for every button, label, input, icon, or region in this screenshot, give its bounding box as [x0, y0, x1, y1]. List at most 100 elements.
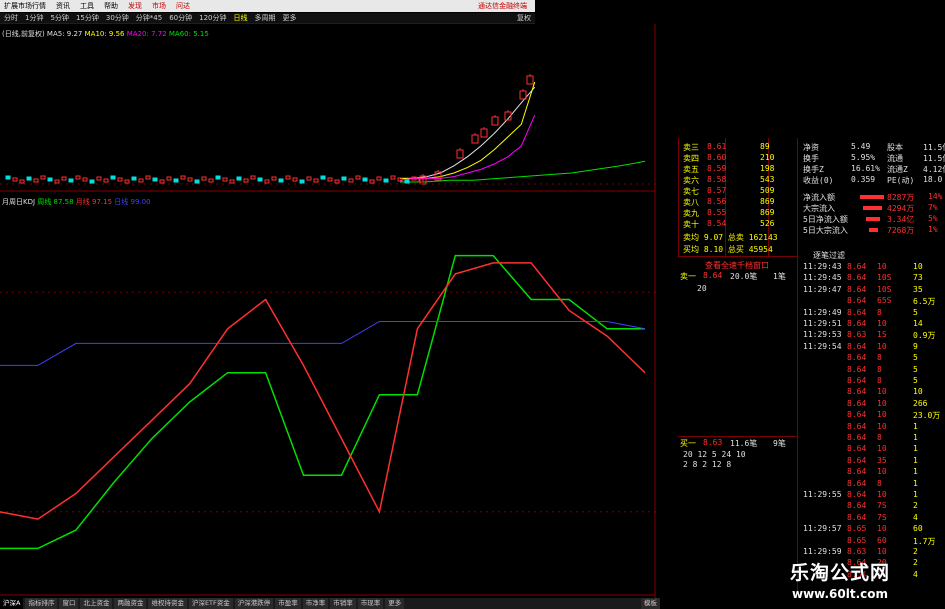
candle [82, 177, 88, 182]
trade-price-22: 8.64 [847, 512, 867, 522]
ma-legend: (日线,前复权) MA5: 9.27 MA10: 9.56 MA20: 7.72… [2, 29, 209, 39]
trade-n-6: 0.9万 [913, 331, 936, 341]
bid1-n: 1笔 [773, 272, 786, 281]
trade-price-0: 8.64 [847, 262, 867, 271]
ask-price-5: 8.56 [707, 197, 727, 206]
kdj-line-日线 [0, 262, 646, 520]
tab-4[interactable]: 两融资金 [114, 598, 147, 609]
menu-item-4[interactable]: 发现 [128, 1, 142, 11]
kdj-legend: 月周日KDJ 周线 87.58 月线 97.15 日线 99.00 [2, 197, 151, 207]
trade-vol-23: 10 [877, 524, 887, 534]
trade-n-10: 5 [913, 376, 918, 385]
tab-12[interactable]: 更多 [385, 598, 405, 609]
candle [229, 179, 235, 184]
ask-label-5: 卖八 [683, 198, 699, 207]
period-tab-9[interactable]: 多周期 [255, 13, 276, 23]
trade-vol-15: 8 [877, 433, 882, 442]
period-tab-4[interactable]: 30分钟 [106, 13, 129, 23]
period-tab-1[interactable]: 1分钟 [25, 13, 43, 23]
trade-vol-19: 8 [877, 478, 882, 488]
buy1-queue-0: 20 12 5 24 10 [683, 450, 746, 459]
tab-9[interactable]: 市净率 [302, 598, 329, 609]
stat-v-2: 16.61% [851, 164, 880, 173]
menu-item-1[interactable]: 资讯 [56, 1, 70, 11]
period-tab-10[interactable]: 更多 [283, 13, 297, 23]
trade-n-18: 1 [913, 467, 918, 477]
flow-v-0: 8287万 [887, 193, 915, 202]
flow-p-3: 1% [928, 225, 938, 234]
stat-k-2: 换手Z [803, 165, 824, 174]
bid1-queue: 20 [697, 284, 707, 293]
full-window-button[interactable]: 查看全速千档窗口 [705, 260, 769, 271]
tab-11[interactable]: 市现率 [357, 598, 384, 609]
candle [390, 175, 396, 180]
ask-price-7: 8.54 [707, 219, 727, 228]
candle [355, 175, 361, 180]
period-tab-0[interactable]: 分时 [4, 13, 18, 23]
period-tab-3[interactable]: 15分钟 [76, 13, 99, 23]
trade-n-13: 23.0万 [913, 411, 941, 421]
ask-vol-0: 89 [760, 142, 770, 151]
trade-n-24: 1.7万 [913, 536, 936, 546]
kdj-j-label: 日线 99.00 [114, 198, 151, 206]
trade-vol-6: 1S [877, 330, 887, 340]
trade-n-16: 1 [913, 444, 918, 454]
period-tab-8[interactable]: 日线 [234, 13, 248, 23]
stat-k-0: 净资 [803, 143, 819, 152]
menu-item-3[interactable]: 帮助 [104, 1, 118, 11]
tab-5[interactable]: 维权持资金 [148, 598, 187, 609]
candle [26, 176, 32, 181]
period-tab-5[interactable]: 分钟*45 [136, 13, 162, 23]
candle [313, 178, 319, 183]
panel-hline-2 [678, 436, 797, 437]
candle [383, 178, 389, 183]
menu-item-0[interactable]: 扩展市场行情 [4, 1, 46, 11]
period-tab-6[interactable]: 60分钟 [169, 13, 192, 23]
bid1-price: 8.64 [703, 271, 723, 280]
trade-price-6: 8.63 [847, 330, 867, 340]
flow-bar-2 [866, 217, 880, 221]
candle [110, 175, 116, 180]
candle [124, 179, 130, 184]
candle [89, 179, 95, 184]
trade-time-25: 11:29:59 [803, 547, 842, 556]
period-tab-7[interactable]: 120分钟 [199, 13, 226, 23]
stat-v2-3: 18.0 [923, 175, 943, 184]
tab-2[interactable]: 窗口 [59, 598, 79, 609]
menu-bar: 扩展市场行情 资讯 工具 帮助 发现 市场 问达 通达信金融终端 [0, 0, 535, 12]
candle [117, 177, 123, 182]
flow-k-2: 5日净流入额 [803, 215, 848, 224]
restore-right-button[interactable]: 复权 [517, 13, 531, 23]
candle [264, 179, 270, 184]
candle [131, 176, 137, 181]
tab-10[interactable]: 市销率 [330, 598, 356, 609]
tab-6[interactable]: 沪深ETF资金 [188, 598, 233, 609]
candle [96, 176, 102, 181]
stat-k-1: 换手 [803, 154, 819, 163]
menu-item-5[interactable]: 市场 [152, 1, 166, 11]
chart-area[interactable]: 5.004.00100.0090.0080.0070.0060.0050.004… [0, 24, 660, 598]
tab-3[interactable]: 北上资金 [80, 598, 113, 609]
tab-1[interactable]: 指标排序 [25, 598, 58, 609]
trade-price-25: 8.63 [847, 547, 867, 556]
trade-n-17: 1 [913, 455, 918, 465]
candle [5, 175, 11, 180]
tab-0[interactable]: 沪深A [0, 598, 24, 609]
buy1-n: 9笔 [773, 439, 786, 448]
candle [68, 178, 74, 183]
buy1-price: 8.63 [703, 438, 723, 447]
menu-item-6[interactable]: 问达 [176, 1, 190, 11]
trade-time-4: 11:29:49 [803, 307, 842, 317]
template-button[interactable]: 模板 [641, 598, 660, 609]
avg-sell: 卖均 9.07 总卖 162143 [683, 233, 778, 242]
candle-rising [471, 134, 479, 144]
trade-vol-22: 7S [877, 512, 887, 522]
menu-item-2[interactable]: 工具 [80, 1, 94, 11]
tab-8[interactable]: 市盈率 [275, 598, 301, 609]
menu-item-7[interactable]: 通达信金融终端 [478, 1, 527, 11]
kdj-line-月线 [0, 321, 646, 366]
candle [369, 179, 375, 184]
tab-7[interactable]: 沪深港跌停 [234, 598, 274, 609]
candle-rising [526, 75, 534, 85]
period-tab-2[interactable]: 5分钟 [50, 13, 68, 23]
